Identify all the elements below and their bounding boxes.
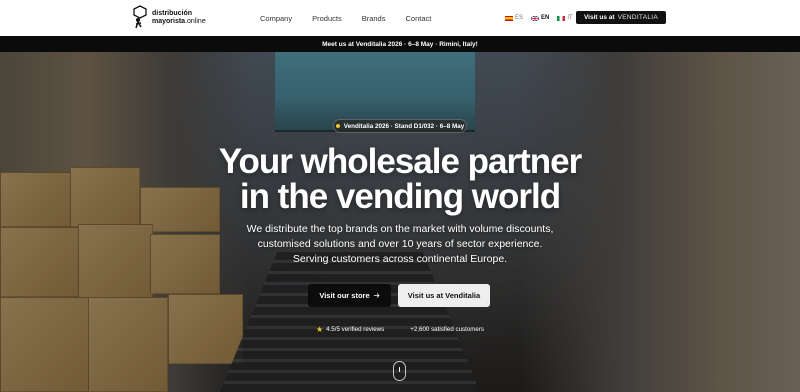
nav-brands[interactable]: Brands [362,14,386,23]
uk-flag-icon [531,15,540,21]
scroll-down-indicator-icon[interactable] [393,361,406,381]
nav-contact[interactable]: Contact [405,14,431,23]
arrow-right-icon [373,291,380,300]
status-dot-icon [335,124,340,128]
visit-store-button[interactable]: Visit our store [308,284,391,307]
nav-products[interactable]: Products [312,14,342,23]
star-icon: ★ [315,325,324,334]
lang-it[interactable]: IT [557,15,573,21]
nav-company[interactable]: Company [260,14,292,23]
visit-venditalia-button[interactable]: Visit us at Venditalia [398,284,490,307]
hero-section: Venditalia 2026 · Stand D1/032 · 6–8 May… [0,52,800,392]
lang-en[interactable]: EN [531,15,549,21]
announcement-bar: Meet us at Venditalia 2026 · 6–8 May · R… [0,36,800,52]
customers-stat: +2,600 satisfied customers [410,326,485,333]
main-nav: Company Products Brands Contact [260,0,451,36]
logo-line2-bold: mayorista [152,18,186,25]
reviews-stat: ★ 4.5/5 verified reviews [315,325,385,334]
lang-es[interactable]: ES [505,15,523,21]
venditalia-wordmark: VENDITALIA [617,14,659,21]
italy-flag-icon [557,15,566,21]
logo-line2-light: .online [185,18,206,25]
spain-flag-icon [505,15,513,21]
logo-icon [132,4,148,32]
language-switcher: ES EN IT [505,0,581,36]
hero-subtitle: We distribute the top brands on the mark… [246,223,554,265]
hero-title: Your wholesale partner in the vending wo… [218,142,582,216]
site-header: distribución mayorista.online Company Pr… [0,0,800,36]
visit-venditalia-header-button[interactable]: Visit us at VENDITALIA [576,11,666,24]
site-logo[interactable]: distribución mayorista.online [132,3,206,33]
trust-stats: ★ 4.5/5 verified reviews +2,600 satisfie… [0,325,800,334]
logo-line1: distribución [152,10,193,17]
event-badge: Venditalia 2026 · Stand D1/032 · 6–8 May [333,119,467,133]
